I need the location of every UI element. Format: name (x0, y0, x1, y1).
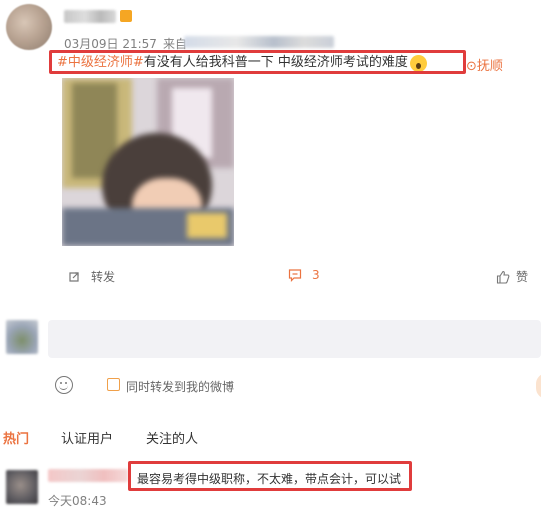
post-location-link[interactable]: ⊙抚顺 (466, 55, 503, 74)
repost-button[interactable]: 转发 (67, 268, 115, 285)
post-source-name[interactable] (184, 36, 334, 48)
comment-count: 3 (312, 268, 320, 282)
post-image[interactable] (62, 78, 234, 246)
current-user-avatar[interactable] (6, 320, 38, 354)
repost-checkbox[interactable] (107, 378, 120, 391)
member-badge-icon (120, 10, 132, 22)
like-button[interactable]: 赞 (496, 268, 528, 285)
like-icon (496, 270, 510, 284)
comment-icon (288, 269, 302, 282)
comment-submit-button[interactable] (536, 373, 541, 399)
emoji-icon[interactable] (55, 376, 73, 394)
tab-hot[interactable]: 热门 (3, 428, 29, 447)
repost-icon (69, 271, 79, 282)
repost-option-label[interactable]: 同时转发到我的微博 (126, 378, 234, 395)
comment-time: 今天08:43 (48, 494, 107, 508)
highlight-box-comment (128, 461, 412, 491)
post-date[interactable]: 03月09日 21:57 (64, 37, 157, 51)
tab-following[interactable]: 关注的人 (146, 428, 198, 447)
tab-verified-users[interactable]: 认证用户 (61, 428, 113, 447)
repost-label: 转发 (91, 270, 116, 284)
like-label: 赞 (516, 270, 529, 284)
post-author-name[interactable] (64, 10, 116, 23)
commenter-name[interactable] (48, 469, 128, 482)
highlight-box-post (49, 50, 466, 74)
comment-button[interactable]: 3 (288, 268, 320, 282)
post-author-avatar[interactable] (6, 4, 52, 50)
comment-input[interactable] (48, 320, 541, 358)
commenter-avatar[interactable] (6, 470, 38, 504)
